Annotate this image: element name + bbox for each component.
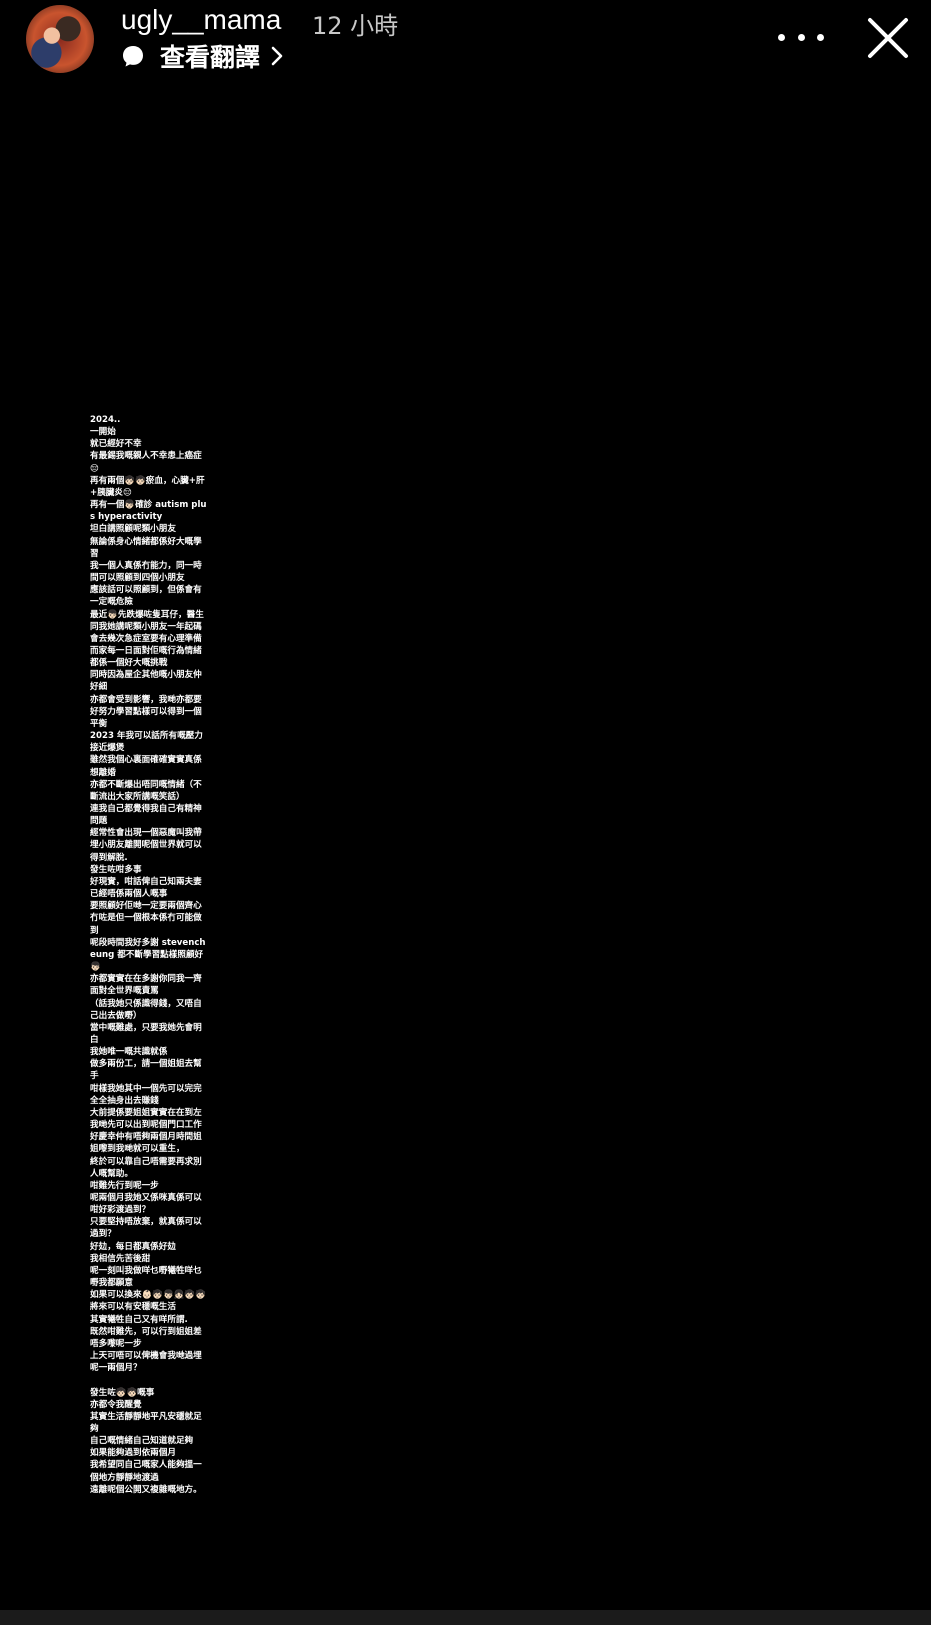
bottom-bar <box>0 1610 931 1625</box>
more-options-button[interactable] <box>778 24 824 50</box>
see-translation-button[interactable]: 查看翻譯 <box>121 40 284 72</box>
username[interactable]: ugly__mama <box>121 4 281 36</box>
story-text: 2024.. 一開始 就已經好不幸 有最錫我嘅親人不幸患上癌症😔 再有兩個🧒🏻🧒… <box>90 415 207 1495</box>
story-viewer[interactable]: ugly__mama 12 小時 查看翻譯 2024.. 一開始 就已經好不幸 … <box>0 0 931 1625</box>
timestamp: 12 小時 <box>312 12 399 40</box>
close-icon[interactable] <box>864 14 912 62</box>
see-translation-label: 查看翻譯 <box>160 43 261 72</box>
avatar[interactable] <box>26 5 94 73</box>
chevron-right-icon <box>271 46 283 66</box>
speech-bubble-icon <box>123 46 143 67</box>
story-header: ugly__mama 12 小時 查看翻譯 <box>0 0 931 80</box>
more-horizontal-icon <box>778 33 785 41</box>
